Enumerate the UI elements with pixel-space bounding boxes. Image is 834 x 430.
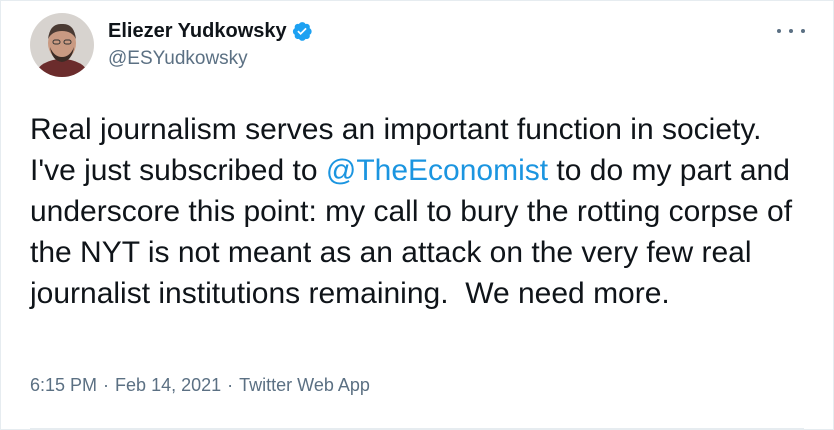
separator: · [227,375,234,395]
name-row: Eliezer Yudkowsky [108,19,313,43]
display-name[interactable]: Eliezer Yudkowsky [108,19,287,43]
author-names: Eliezer Yudkowsky @ESYudkowsky [108,19,313,71]
dot [777,29,781,33]
verified-badge-icon [291,20,313,42]
tweet-source[interactable]: Twitter Web App [239,373,370,397]
separator: · [103,375,110,395]
more-options-icon[interactable] [777,21,805,41]
divider [30,428,804,429]
tweet-header: Eliezer Yudkowsky @ESYudkowsky [30,13,313,77]
tweet-text: Real journalism serves an important func… [30,109,810,314]
tweet-meta: 6:15 PM · Feb 14, 2021 · Twitter Web App [30,373,370,397]
avatar-image [30,13,94,77]
handle[interactable]: @ESYudkowsky [108,47,313,71]
dot [801,29,805,33]
avatar[interactable] [30,13,94,77]
mention-link[interactable]: @TheEconomist [326,154,548,187]
tweet-date[interactable]: Feb 14, 2021 [115,373,221,397]
dot [789,29,793,33]
tweet-card: Eliezer Yudkowsky @ESYudkowsky Real jour… [0,0,834,430]
tweet-time[interactable]: 6:15 PM [30,373,97,397]
